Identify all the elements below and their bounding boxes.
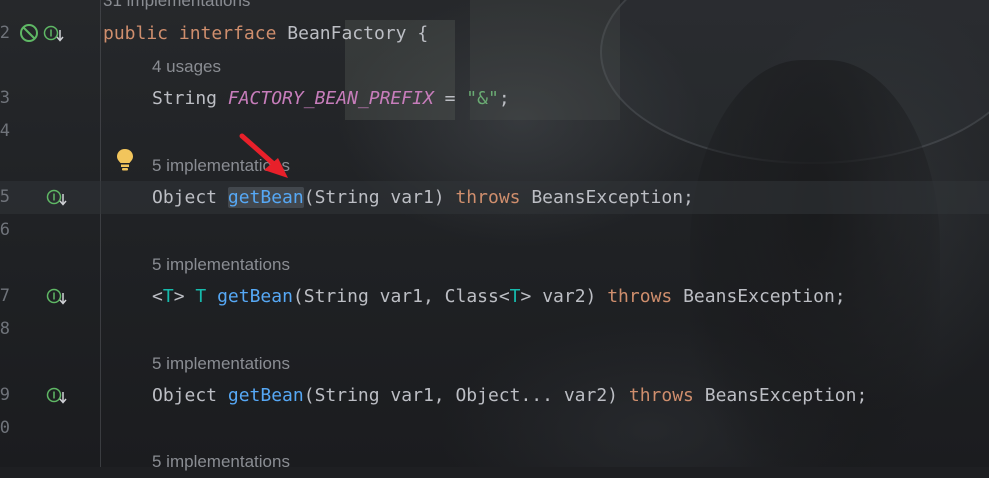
type-object: Object — [152, 187, 218, 208]
keyword-throws: throws — [607, 286, 673, 307]
method-getbean[interactable]: getBean — [228, 385, 304, 406]
keyword-interface: interface — [178, 23, 277, 44]
keyword-throws: throws — [628, 385, 694, 406]
line-number: 6 — [0, 220, 10, 240]
parameters: (String var1) — [303, 187, 445, 208]
code-line-3: 3 String FACTORY_BEAN_PREFIX = "&"; — [0, 82, 989, 115]
inlay-hint-implementations[interactable]: 5 implementations — [152, 248, 290, 281]
operator: = — [433, 88, 467, 109]
line-number: 4 — [0, 121, 10, 141]
code-line-6: 6 — [0, 214, 989, 247]
code-text[interactable]: String FACTORY_BEAN_PREFIX = "&"; — [152, 82, 510, 115]
string-literal: "&" — [466, 88, 499, 109]
exception-type: BeansException; — [531, 187, 694, 208]
line-number: 9 — [0, 385, 10, 405]
code-text[interactable]: <T> T getBean(String var1, Class<T> var2… — [152, 280, 846, 313]
inlay-hint-usages[interactable]: 4 usages — [152, 50, 221, 83]
no-entry-icon[interactable] — [19, 23, 39, 43]
return-type-parameter: T — [195, 286, 207, 307]
code-line-9: 9 Object getBean(String var1, Object... … — [0, 379, 989, 412]
keyword-public: public — [103, 23, 169, 44]
semicolon: ; — [498, 88, 510, 109]
parameters: (String var1, Object... var2) — [303, 385, 619, 406]
keyword-throws: throws — [455, 187, 521, 208]
type-parameter: T — [509, 286, 521, 307]
code-line-8: 8 — [0, 313, 989, 346]
brace: { — [417, 23, 429, 44]
code-line-5: 5 Object getBean(String var1) throws Bea… — [0, 181, 989, 214]
line-number: 2 — [0, 23, 10, 43]
code-line-4: 4 — [0, 115, 989, 148]
implemented-icon[interactable] — [46, 387, 68, 405]
line-number: 8 — [0, 319, 10, 339]
code-text[interactable]: Object getBean(String var1) throws Beans… — [152, 181, 694, 214]
method-getbean-selected[interactable]: getBean — [227, 187, 304, 208]
inlay-hint-implementations[interactable]: 5 implementations — [152, 445, 290, 478]
class-name: BeanFactory — [287, 23, 407, 44]
line-number: 7 — [0, 286, 10, 306]
parameters: (String var1, Class< — [292, 286, 510, 307]
inlay-hint-implementations[interactable]: 31 implementations — [103, 0, 250, 17]
inlay-hint-implementations[interactable]: 5 implementations — [152, 347, 290, 380]
red-arrow-annotation — [239, 133, 288, 178]
code-line-2: 2 public interface BeanFactory { — [0, 17, 989, 50]
type-parameter: T — [162, 286, 174, 307]
implemented-icon[interactable] — [46, 288, 68, 306]
code-line-7: 7 <T> T getBean(String var1, Class<T> va… — [0, 280, 989, 313]
generic-close: > — [173, 286, 185, 307]
generic-open: < — [152, 286, 163, 307]
code-text[interactable]: public interface BeanFactory { — [103, 17, 428, 50]
exception-type: BeansException; — [683, 286, 846, 307]
line-number: 5 — [0, 187, 10, 207]
lightbulb-icon[interactable] — [115, 148, 135, 172]
code-text[interactable]: Object getBean(String var1, Object... va… — [152, 379, 867, 412]
type-object: Object — [152, 385, 218, 406]
line-number: 0 — [0, 418, 10, 438]
implemented-icon[interactable] — [43, 25, 65, 43]
implemented-icon[interactable] — [46, 189, 68, 207]
type-string: String — [152, 88, 218, 109]
exception-type: BeansException; — [704, 385, 868, 406]
method-getbean[interactable]: getBean — [217, 286, 293, 307]
code-line-10: 0 — [0, 412, 989, 445]
parameters: > var2) — [520, 286, 597, 307]
line-number: 3 — [0, 88, 10, 108]
constant-name: FACTORY_BEAN_PREFIX — [227, 88, 434, 109]
